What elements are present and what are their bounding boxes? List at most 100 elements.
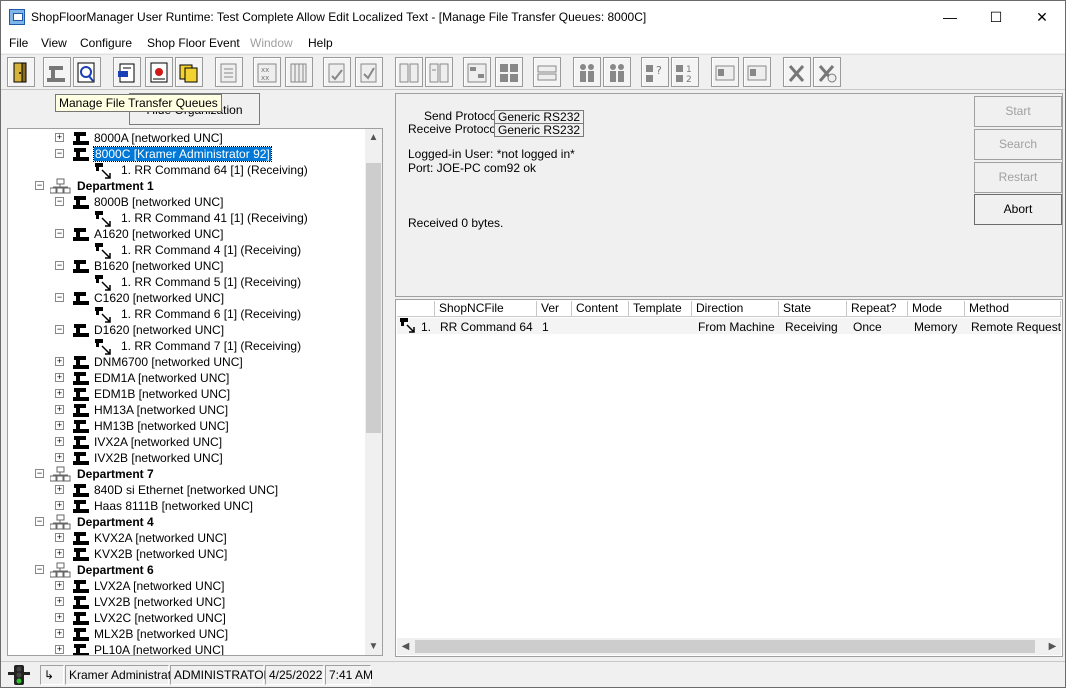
tree-department-node[interactable]: − Department 7 [8, 466, 366, 482]
tree-machine-node[interactable]: + HM13B [networked UNC] [8, 418, 366, 434]
scroll-down-arrow[interactable]: ▼ [365, 638, 382, 655]
start-button[interactable]: Start [974, 96, 1062, 127]
tree-machine-node[interactable]: − B1620 [networked UNC] [8, 258, 366, 274]
tree-machine-node[interactable]: + LVX2A [networked UNC] [8, 578, 366, 594]
tree-expander-icon[interactable]: + [55, 453, 64, 462]
tree-expander-icon[interactable]: − [35, 517, 44, 526]
scroll-thumb[interactable] [415, 640, 1035, 653]
tree-expander-icon[interactable]: + [55, 629, 64, 638]
tree-machine-node[interactable]: + EDM1A [networked UNC] [8, 370, 366, 386]
manage-queues-button[interactable] [145, 57, 173, 87]
tree-machine-node[interactable]: + IVX2B [networked UNC] [8, 450, 366, 466]
tree-machine-node[interactable]: + DNM6700 [networked UNC] [8, 354, 366, 370]
tree-command-node[interactable]: 1. RR Command 64 [1] (Receiving) [8, 162, 366, 179]
tree-expander-icon[interactable]: + [55, 133, 64, 142]
search-machine-button[interactable] [73, 57, 101, 87]
columns-button[interactable] [395, 57, 423, 87]
search-button[interactable]: Search [974, 129, 1062, 160]
column-header-content[interactable]: Content [572, 301, 629, 317]
group-button[interactable] [603, 57, 631, 87]
tile-button[interactable] [495, 57, 523, 87]
edit-check-button[interactable] [323, 57, 351, 87]
numbering-button[interactable]: 12 [671, 57, 699, 87]
tools-button[interactable] [783, 57, 811, 87]
minimize-button[interactable]: — [927, 1, 973, 33]
column-header-mode[interactable]: Mode [908, 301, 965, 317]
tree-vertical-scrollbar[interactable]: ▲ ▼ [365, 129, 382, 655]
tree-expander-icon[interactable]: − [35, 565, 44, 574]
folders-button[interactable] [175, 57, 203, 87]
tree-command-node[interactable]: 1. RR Command 7 [1] (Receiving) [8, 338, 366, 355]
restart-button[interactable]: Restart [974, 162, 1062, 193]
cascade-button[interactable] [533, 57, 561, 87]
menu-help[interactable]: Help [308, 36, 333, 50]
tree-machine-node[interactable]: + KVX2B [networked UNC] [8, 546, 366, 562]
tree-expander-icon[interactable]: + [55, 421, 64, 430]
column-header-repeat[interactable]: Repeat? [847, 301, 908, 317]
column-header-shopncfile[interactable]: ShopNCFile [435, 301, 537, 317]
tree-machine-node[interactable]: − D1620 [networked UNC] [8, 322, 366, 338]
scroll-right-arrow[interactable]: ▶ [1044, 638, 1061, 655]
menu-shop-floor-event[interactable]: Shop Floor Event [147, 36, 240, 50]
help-what-button[interactable]: ? [641, 57, 669, 87]
column-header-direction[interactable]: Direction [692, 301, 779, 317]
tree-machine-node[interactable]: + PL10A [networked UNC] [8, 642, 366, 655]
tree-command-node[interactable]: 1. RR Command 5 [1] (Receiving) [8, 274, 366, 291]
menu-view[interactable]: View [41, 36, 67, 50]
tree-expander-icon[interactable]: + [55, 357, 64, 366]
tree-command-node[interactable]: 1. RR Command 6 [1] (Receiving) [8, 306, 366, 323]
tree-machine-node[interactable]: + Haas 8111B [networked UNC] [8, 498, 366, 514]
tree-expander-icon[interactable]: + [55, 549, 64, 558]
tree-department-node[interactable]: − Department 6 [8, 562, 366, 578]
tree-expander-icon[interactable]: − [55, 229, 64, 238]
column-header-ver[interactable]: Ver [537, 301, 572, 317]
tree-machine-node[interactable]: − 8000B [networked UNC] [8, 194, 366, 210]
tree-machine-node[interactable]: − A1620 [networked UNC] [8, 226, 366, 242]
tree-expander-icon[interactable]: − [35, 181, 44, 190]
id-card-button[interactable] [711, 57, 739, 87]
tree-expander-icon[interactable]: − [35, 469, 44, 478]
scroll-thumb[interactable] [366, 163, 381, 433]
report-button[interactable] [215, 57, 243, 87]
transfer-queue-grid[interactable]: ShopNCFile Ver Content Template Directio… [395, 299, 1063, 657]
pane-splitter[interactable] [387, 93, 393, 659]
tree-machine-node[interactable]: +8000A [networked UNC] [8, 130, 366, 146]
tree-expander-icon[interactable]: + [55, 597, 64, 606]
tree-expander-icon[interactable]: + [55, 533, 64, 542]
tree-expander-icon[interactable]: − [55, 325, 64, 334]
tree-expander-icon[interactable]: + [55, 485, 64, 494]
users-button[interactable] [573, 57, 601, 87]
organization-tree[interactable]: +8000A [networked UNC] − 8000C [Kramer Adm… [7, 128, 383, 656]
tree-machine-node[interactable]: +840D si Ethernet [networked UNC] [8, 482, 366, 498]
column-header-index[interactable] [397, 301, 435, 317]
tree-machine-node[interactable]: − 8000C [Kramer Administrator 92] [8, 146, 366, 162]
transfer-file-button[interactable] [113, 57, 141, 87]
tree-machine-node[interactable]: + HM13A [networked UNC] [8, 402, 366, 418]
grid-horizontal-scrollbar[interactable]: ◀ ▶ [397, 638, 1061, 655]
tree-expander-icon[interactable]: + [55, 613, 64, 622]
tree-machine-node[interactable]: − C1620 [networked UNC] [8, 290, 366, 306]
abort-button[interactable]: Abort [974, 194, 1062, 225]
tree-machine-node[interactable]: + KVX2A [networked UNC] [8, 530, 366, 546]
column-header-template[interactable]: Template [629, 301, 692, 317]
tree-machine-node[interactable]: + IVX2A [networked UNC] [8, 434, 366, 450]
close-button[interactable]: ✕ [1019, 1, 1065, 33]
tree-expander-icon[interactable]: − [55, 149, 64, 158]
tree-department-node[interactable]: − Department 4 [8, 514, 366, 530]
tree-expander-icon[interactable]: + [55, 437, 64, 446]
tree-expander-icon[interactable]: + [55, 389, 64, 398]
column-header-state[interactable]: State [779, 301, 847, 317]
tree-expander-icon[interactable]: − [55, 261, 64, 270]
menu-file[interactable]: File [9, 36, 28, 50]
tree-machine-node[interactable]: + LVX2C [networked UNC] [8, 610, 366, 626]
tree-command-node[interactable]: 1. RR Command 41 [1] (Receiving) [8, 210, 366, 227]
tree-expander-icon[interactable]: + [55, 373, 64, 382]
approve-button[interactable] [355, 57, 383, 87]
tree-machine-node[interactable]: + EDM1B [networked UNC] [8, 386, 366, 402]
tree-expander-icon[interactable]: + [55, 405, 64, 414]
scroll-left-arrow[interactable]: ◀ [397, 638, 414, 655]
grid-xx-button[interactable]: xx xx [253, 57, 281, 87]
split-button[interactable] [425, 57, 453, 87]
badge-button[interactable] [743, 57, 771, 87]
tree-expander-icon[interactable]: + [55, 501, 64, 510]
